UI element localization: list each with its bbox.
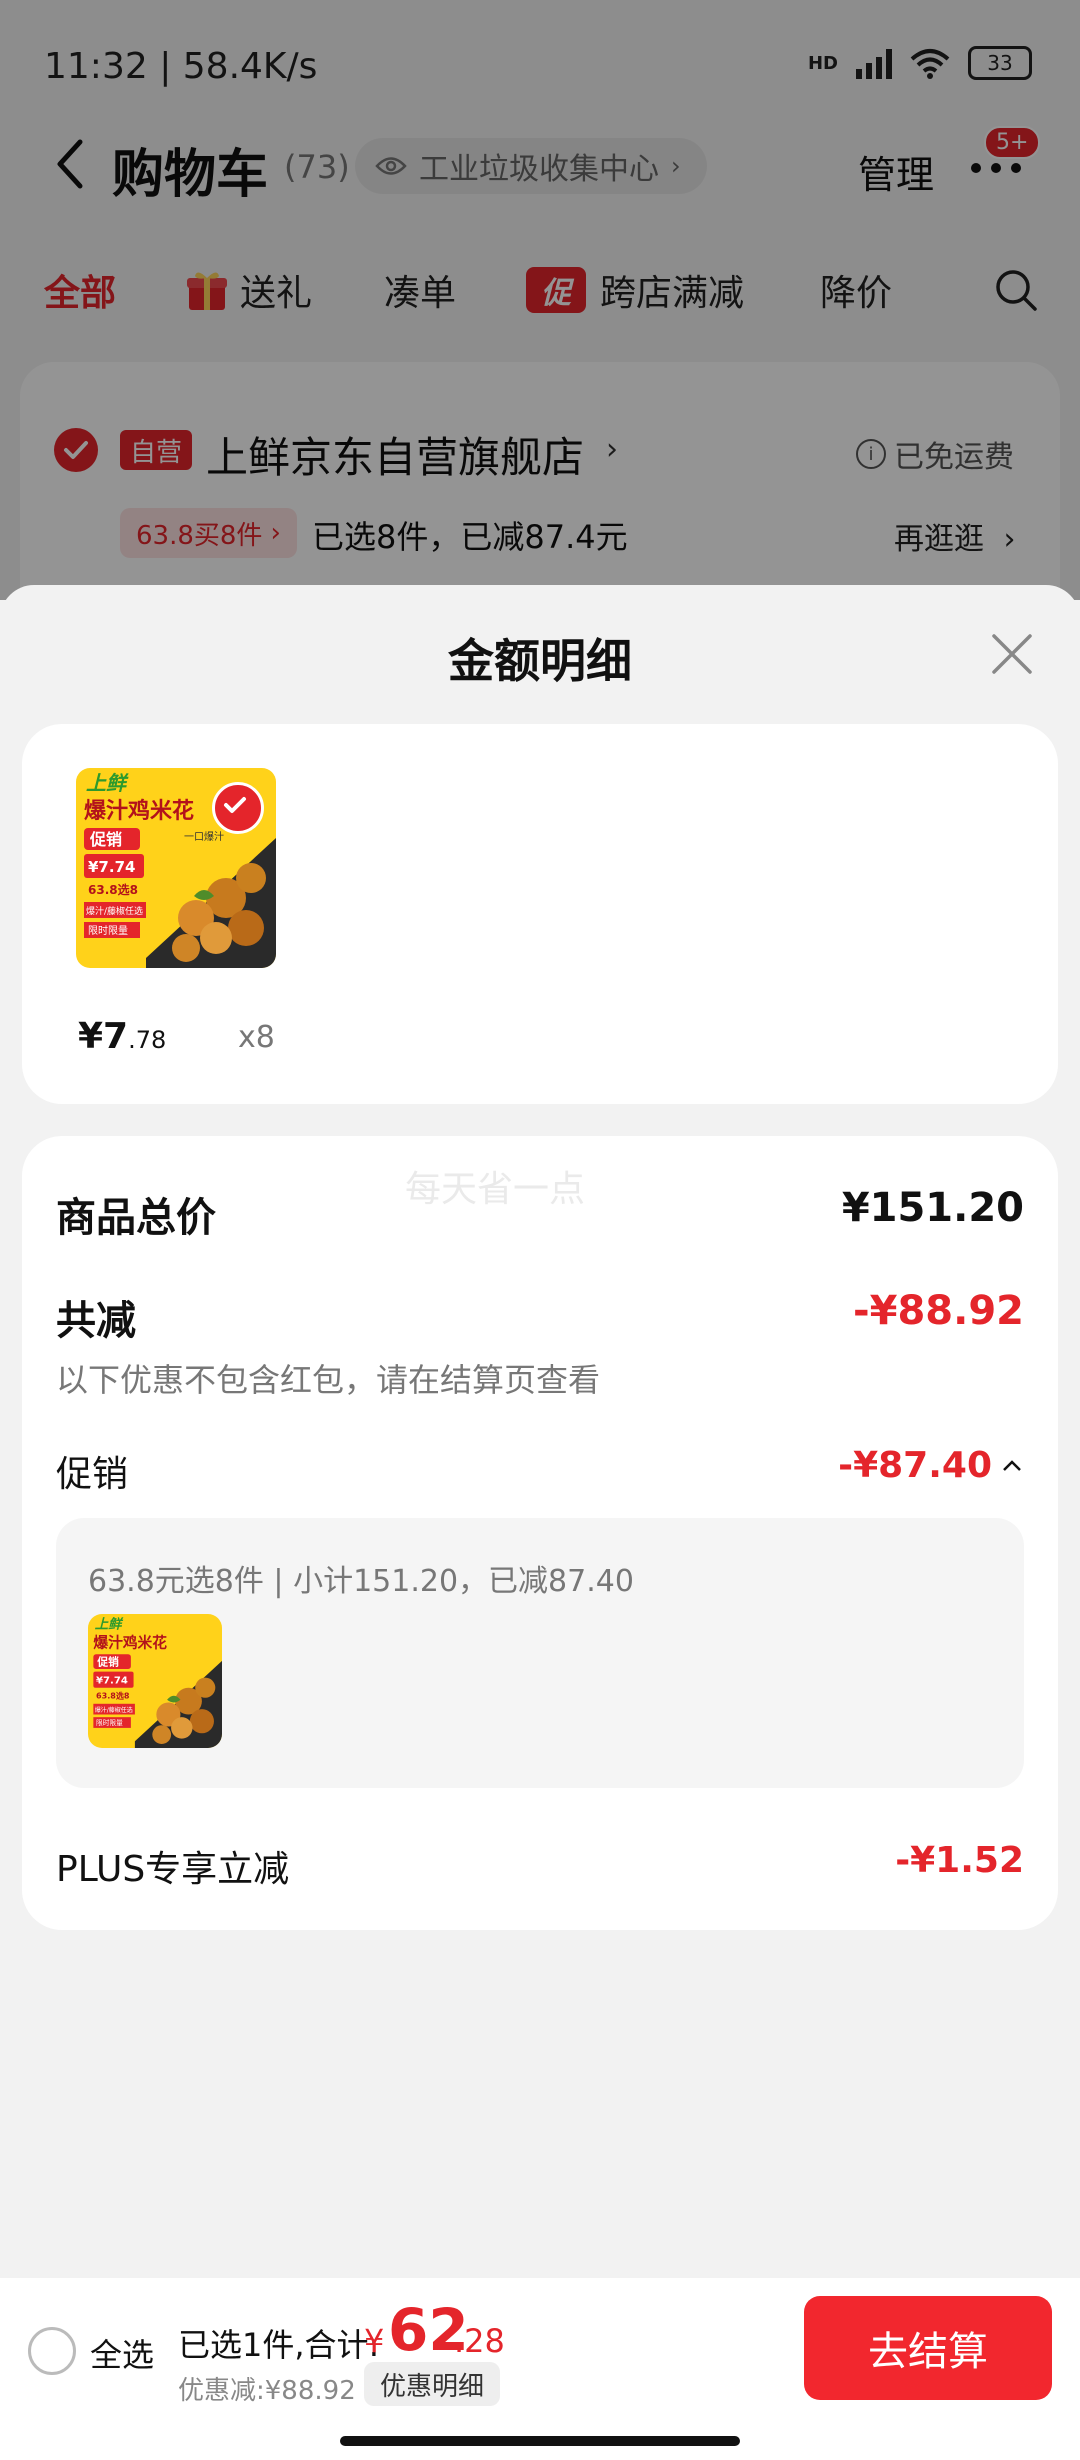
product-name-text: 爆汁鸡米花 xyxy=(93,1634,167,1652)
quantity: x8 xyxy=(238,1020,275,1055)
discount-detail-button[interactable]: 优惠明细 xyxy=(364,2362,501,2406)
promo-label-text: 促销 xyxy=(89,830,122,849)
unit-price: ¥7.78 xyxy=(78,1016,166,1057)
promotion-product-image[interactable]: 上鲜 爆汁鸡米花 促销 ¥7.74 63.8选8 爆汁/藤椒任选 限时限量 xyxy=(88,1614,222,1748)
chevron-up-icon xyxy=(1003,1459,1021,1471)
total-currency: ¥ xyxy=(364,2322,385,2360)
brand-text: 上鲜 xyxy=(86,771,129,795)
plus-discount-value: -¥1.52 xyxy=(895,1840,1024,1881)
deal-label-text: 63.8选8 xyxy=(96,1690,130,1700)
total-amount-dec: .28 xyxy=(454,2322,505,2360)
flavor-text: 爆汁/藤椒任选 xyxy=(95,1706,133,1714)
sheet-title: 金额明细 xyxy=(448,634,632,688)
watermark: 每天省一点 xyxy=(405,1169,586,1210)
discount-note: 以下优惠不包含红包，请在结算页查看 xyxy=(56,1361,601,1399)
goods-total-label: 商品总价 xyxy=(56,1195,216,1241)
total-reduce-value: -¥88.92 xyxy=(853,1288,1024,1334)
deal-label-text: 63.8选8 xyxy=(88,882,138,897)
tagline-text: 一口爆汁 xyxy=(184,830,224,843)
checkout-button[interactable]: 去结算 xyxy=(804,2296,1052,2400)
modal-backdrop[interactable] xyxy=(0,0,1080,600)
price-tag-text: ¥7.74 xyxy=(88,858,135,876)
discount-summary: 优惠减:¥88.92 xyxy=(178,2376,356,2406)
plus-discount-label: PLUS专享立减 xyxy=(56,1849,290,1890)
promotion-value: -¥87.40 xyxy=(838,1445,992,1486)
promotion-label: 促销 xyxy=(56,1454,129,1495)
promotion-description: 63.8元选8件 | 小计151.20，已减87.40 xyxy=(88,1564,634,1599)
select-all-label[interactable]: 全选 xyxy=(90,2330,154,2376)
unit-price-int: ¥7 xyxy=(78,1016,129,1057)
brand-text: 上鲜 xyxy=(95,1617,124,1633)
goods-total-value: ¥151.20 xyxy=(841,1185,1024,1231)
promotion-toggle[interactable]: -¥87.40 xyxy=(838,1445,1024,1486)
flavor-text: 爆汁/藤椒任选 xyxy=(86,905,143,917)
unit-price-dec: .78 xyxy=(128,1026,167,1054)
selected-summary: 已选1件,合计: xyxy=(178,2326,380,2364)
selected-check-icon xyxy=(212,782,264,834)
total-reduce-label: 共减 xyxy=(56,1298,136,1344)
limited-text: 限时限量 xyxy=(88,925,128,937)
select-all-checkbox[interactable] xyxy=(28,2327,76,2375)
popcorn-chicken-image: 上鲜 爆汁鸡米花 促销 ¥7.74 63.8选8 爆汁/藤椒任选 限时限量 xyxy=(88,1614,222,1748)
home-indicator xyxy=(340,2436,740,2446)
promo-label-text: 促销 xyxy=(96,1656,119,1669)
price-tag-text: ¥7.74 xyxy=(96,1676,128,1687)
limited-text: 限时限量 xyxy=(96,1718,123,1727)
close-icon[interactable] xyxy=(988,630,1036,678)
product-name-text: 爆汁鸡米花 xyxy=(84,798,194,824)
